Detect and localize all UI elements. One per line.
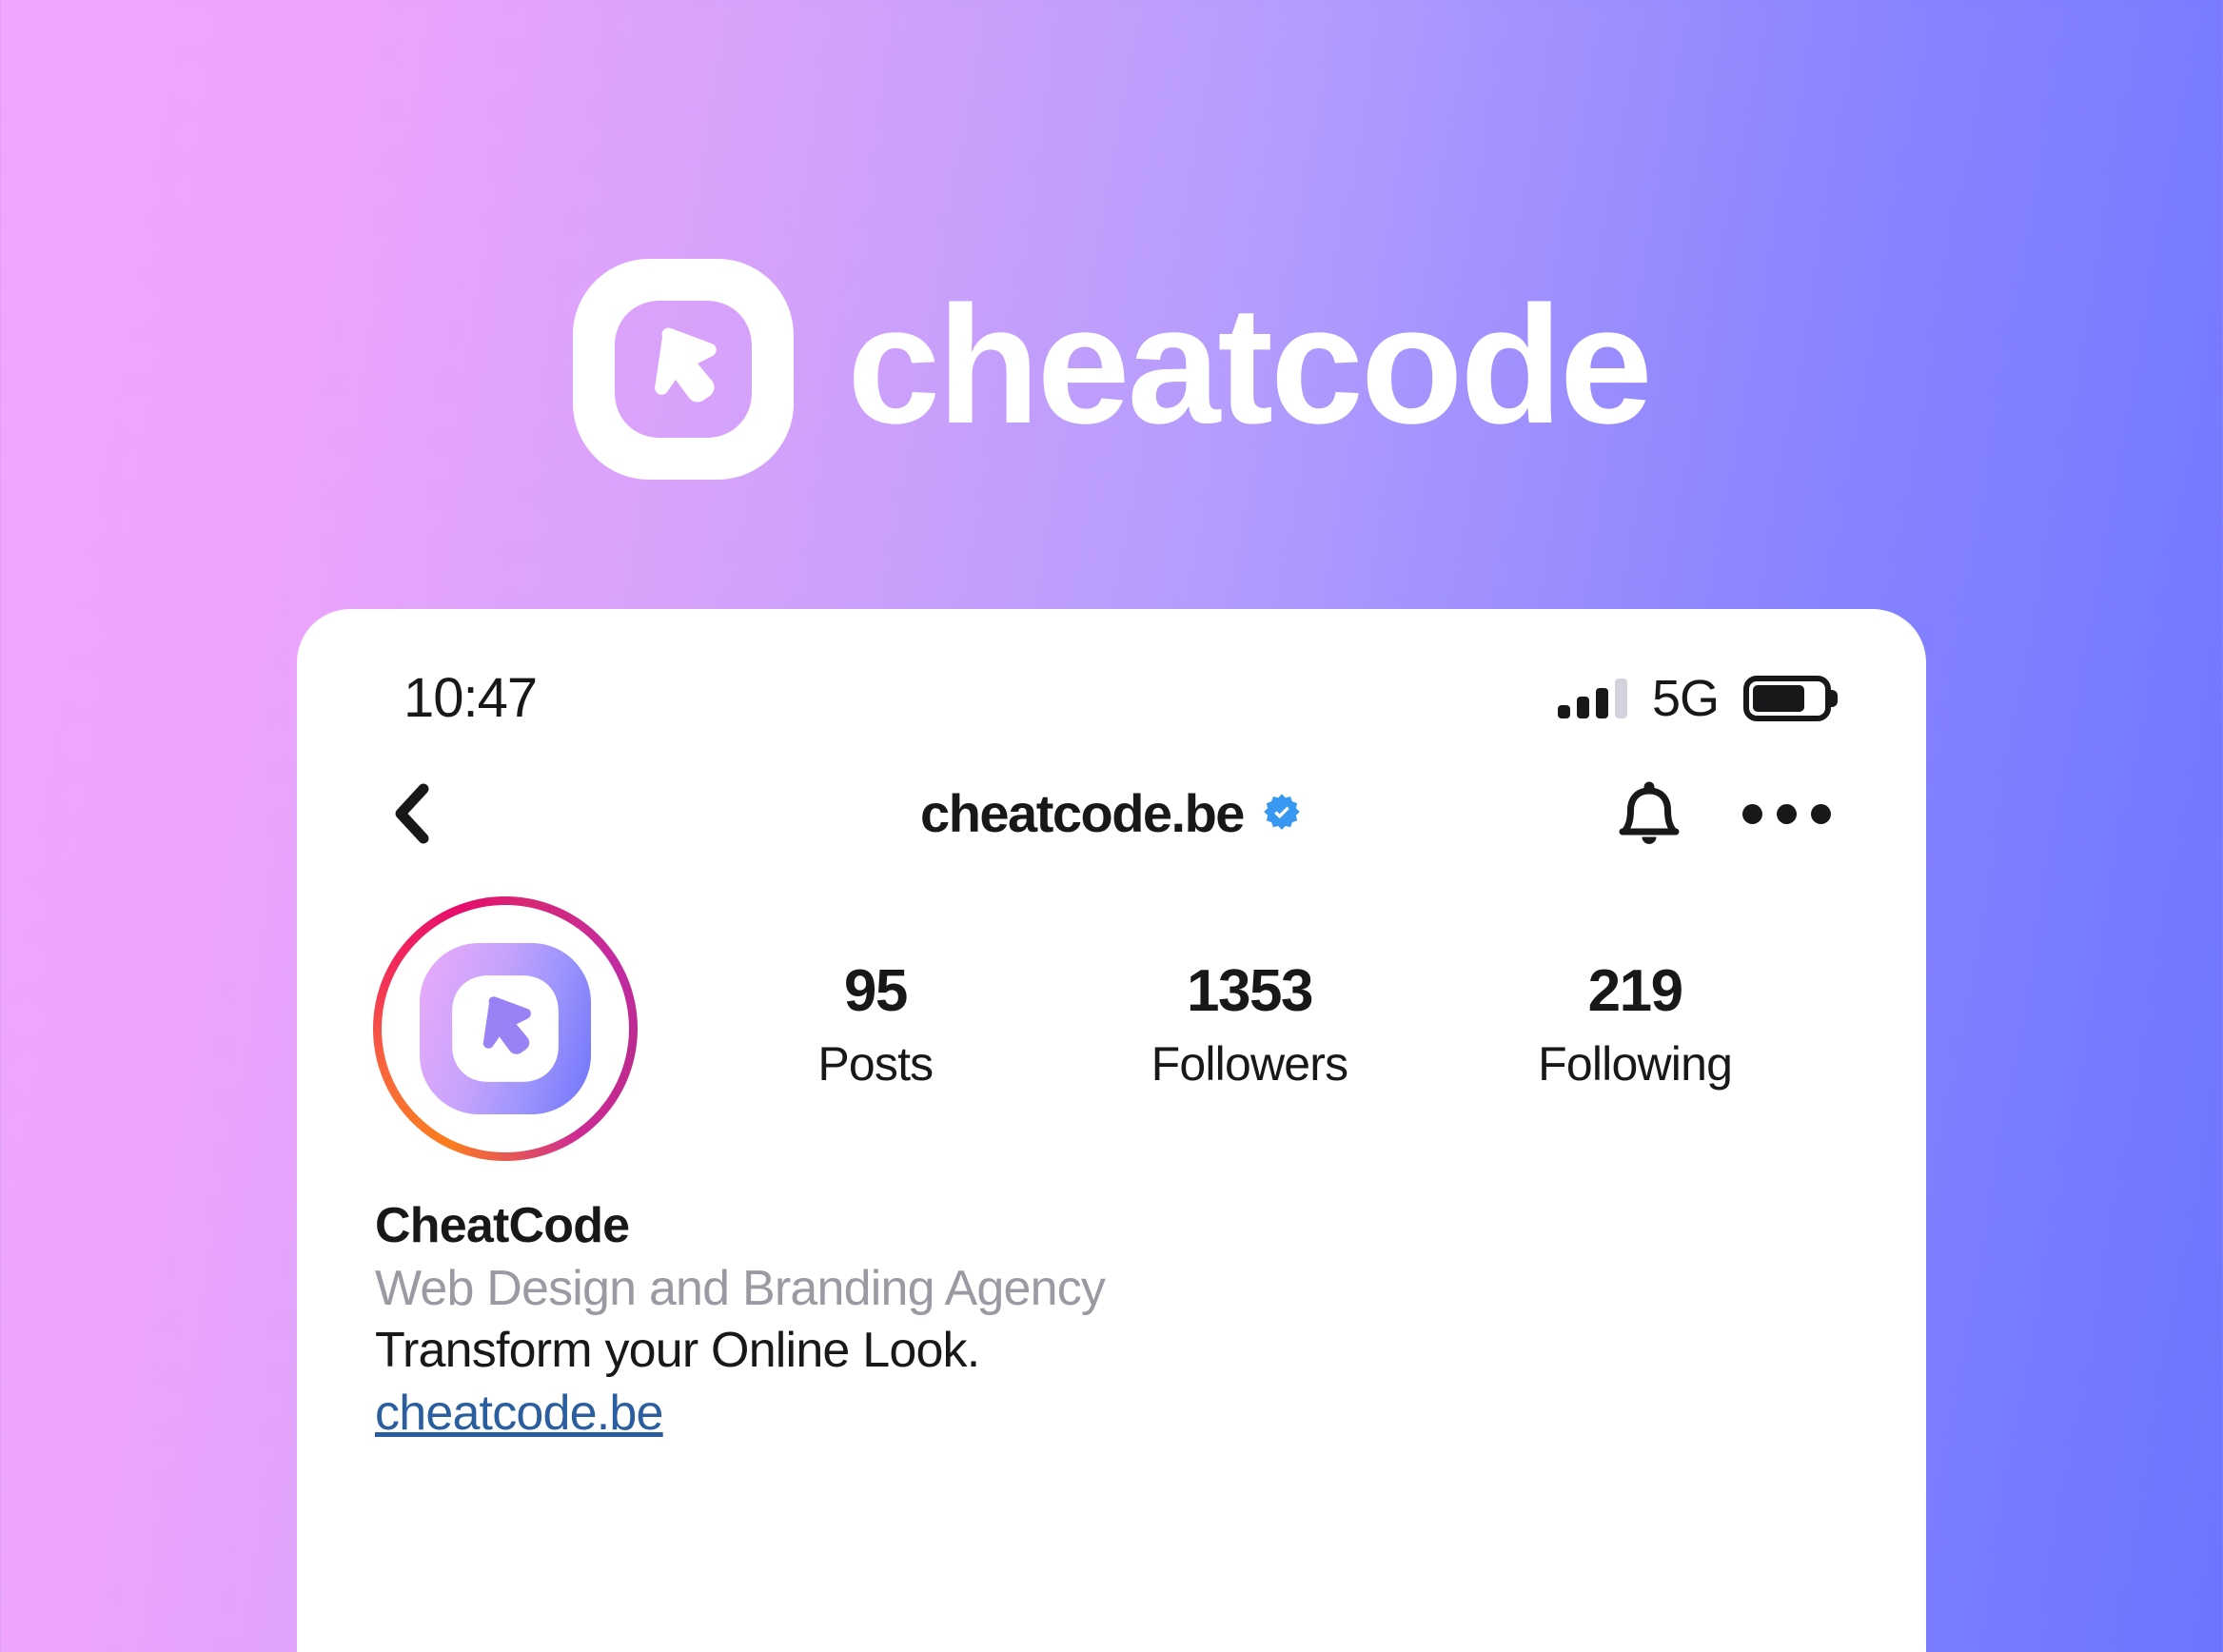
brand-lockup: cheatcode bbox=[0, 259, 2223, 480]
profile-header: 95 Posts 1353 Followers 219 Following bbox=[297, 875, 1926, 1161]
phone-mockup-card: 10:47 5G cheatcode.be 95 Posts 1353 Foll… bbox=[297, 609, 1926, 1652]
profile-website-link[interactable]: cheatcode.be bbox=[375, 1383, 663, 1446]
more-horizontal-icon bbox=[1777, 803, 1797, 824]
stat-posts-value: 95 bbox=[843, 957, 908, 1024]
stat-following-value: 219 bbox=[1587, 957, 1683, 1024]
cheatcode-logo-mark bbox=[573, 259, 795, 480]
verified-badge-icon bbox=[1264, 794, 1300, 830]
stat-followers[interactable]: 1353 Followers bbox=[1151, 957, 1349, 1092]
brand-wordmark: cheatcode bbox=[847, 272, 1653, 459]
more-options-button[interactable] bbox=[1739, 791, 1835, 837]
profile-stats: 95 Posts 1353 Followers 219 Following bbox=[638, 957, 1835, 1092]
battery-icon bbox=[1743, 676, 1838, 721]
cellular-signal-icon bbox=[1557, 678, 1627, 718]
profile-nav-bar: cheatcode.be bbox=[297, 752, 1926, 875]
network-type-label: 5G bbox=[1651, 670, 1720, 727]
stat-followers-label: Followers bbox=[1151, 1037, 1349, 1092]
status-bar: 10:47 5G bbox=[297, 609, 1926, 752]
avatar-story-ring[interactable] bbox=[373, 896, 638, 1161]
back-button[interactable] bbox=[379, 780, 445, 847]
more-horizontal-icon bbox=[1811, 803, 1831, 824]
profile-display-name: CheatCode bbox=[375, 1198, 630, 1253]
stat-posts[interactable]: 95 Posts bbox=[790, 957, 961, 1092]
more-horizontal-icon bbox=[1742, 803, 1762, 824]
profile-description: Transform your Online Look. bbox=[375, 1323, 980, 1379]
stat-posts-label: Posts bbox=[817, 1037, 934, 1092]
profile-username: cheatcode.be bbox=[920, 783, 1245, 843]
nav-actions bbox=[1615, 779, 1835, 848]
status-bar-time: 10:47 bbox=[403, 667, 538, 729]
status-bar-indicators: 5G bbox=[1557, 670, 1838, 727]
stat-following-label: Following bbox=[1538, 1037, 1733, 1092]
profile-category: Web Design and Branding Agency bbox=[375, 1260, 1106, 1316]
notifications-button[interactable] bbox=[1615, 779, 1683, 848]
avatar bbox=[382, 905, 629, 1152]
profile-bio: CheatCode Web Design and Branding Agency… bbox=[297, 1161, 1926, 1445]
stat-followers-value: 1353 bbox=[1187, 957, 1313, 1024]
stat-following[interactable]: 219 Following bbox=[1538, 957, 1733, 1092]
cursor-squircle-avatar-icon bbox=[420, 943, 591, 1114]
